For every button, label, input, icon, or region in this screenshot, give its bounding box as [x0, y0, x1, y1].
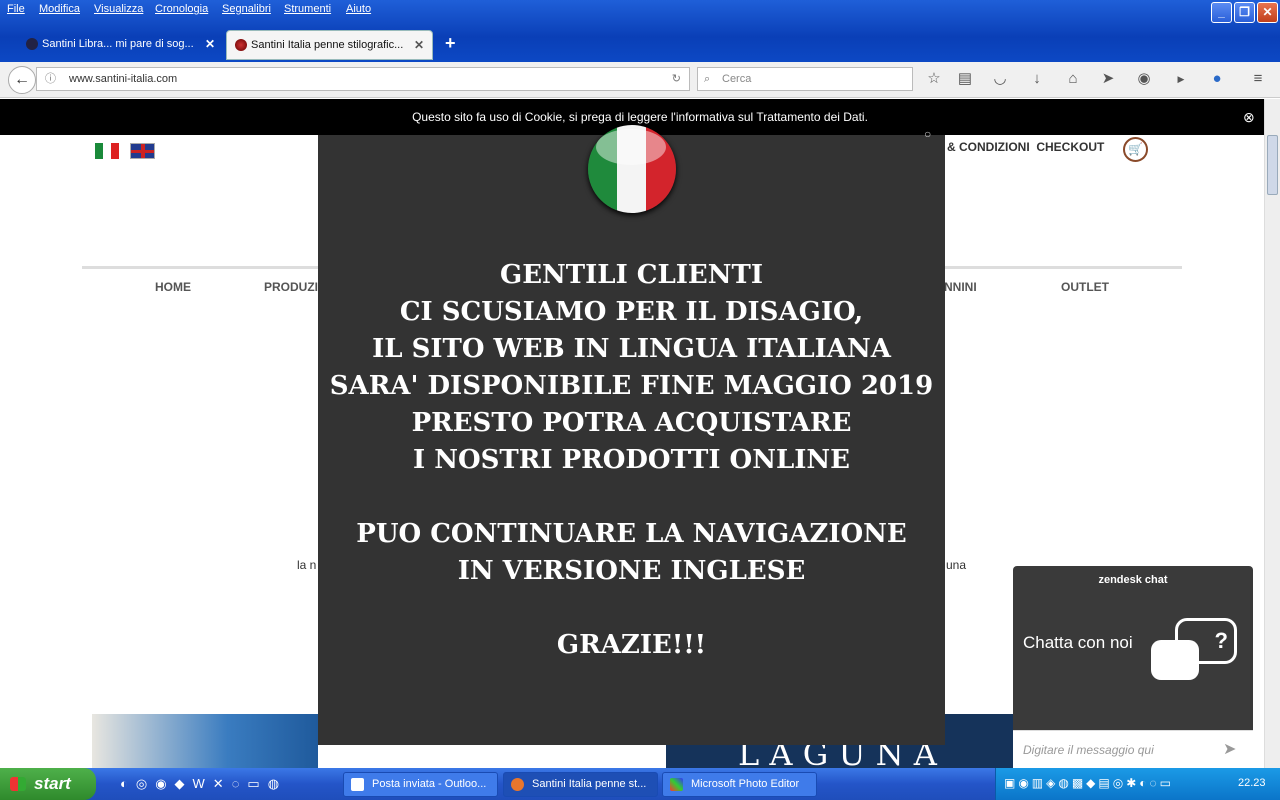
new-tab-button[interactable]: + — [445, 33, 456, 54]
nav-nnini[interactable]: NNINI — [944, 280, 977, 294]
modal-thanks: GRAZIE!!! — [556, 630, 707, 660]
quick-launch-icons[interactable]: ◐◎◉◆W✕◌▭◍ — [120, 776, 340, 794]
navigation-toolbar: ← ⓘ www.santini-italia.com ↻ ⌕ Cerca ☆ ▤… — [0, 62, 1280, 98]
system-tray: ▣◉▥◈◍▩◆▤◎✱◐◌▭ 22.23 — [995, 768, 1280, 800]
search-input[interactable]: ⌕ Cerca — [697, 67, 913, 91]
firefox-icon — [511, 778, 524, 791]
modal-line: I NOSTRI PRODOTTI ONLINE — [413, 445, 850, 475]
chat-input-placeholder: Digitare il messaggio qui — [1023, 743, 1154, 757]
start-label: start — [34, 774, 71, 793]
tab-label: Santini Italia penne stilografic... — [251, 39, 404, 51]
page-scrollbar[interactable] — [1264, 99, 1280, 768]
modal-line: PUO CONTINUARE LA NAVIGAZIONE — [356, 519, 907, 549]
task-outlook[interactable]: Posta inviata - Outloo... — [343, 772, 498, 797]
tab-santini-libra[interactable]: Santini Libra... mi pare di sog... ✕ — [18, 30, 223, 60]
flag-italy-icon[interactable] — [95, 143, 119, 159]
italy-flag-icon — [588, 125, 676, 213]
task-label: Santini Italia penne st... — [532, 778, 647, 790]
modal-line: PRESTO POTRA ACQUISTARE — [411, 408, 852, 438]
menu-segnalibri[interactable]: Segnalibri — [222, 3, 271, 15]
pen-banner-image[interactable] — [92, 714, 318, 768]
reload-icon[interactable]: ↻ — [672, 68, 681, 90]
task-firefox[interactable]: Santini Italia penne st... — [503, 772, 658, 797]
cart-icon[interactable]: 🛒 — [1123, 137, 1148, 162]
search-icon: ⌕ — [704, 73, 711, 85]
pocket-icon[interactable]: ◡ — [990, 69, 1010, 89]
close-window-button[interactable]: ✕ — [1257, 2, 1278, 23]
chat-cta[interactable]: Chatta con noi — [1023, 632, 1143, 654]
clock: 22.23 — [1238, 777, 1266, 789]
tab-label: Santini Libra... mi pare di sog... — [42, 38, 194, 50]
search-placeholder: Cerca — [722, 73, 752, 85]
body-text-left: la n — [297, 558, 317, 572]
menu-modifica[interactable]: Modifica — [39, 3, 80, 15]
windows-logo-icon — [10, 777, 26, 791]
modal-line: IL SITO WEB IN LINGUA ITALIANA — [372, 334, 891, 364]
info-icon[interactable]: ⓘ — [45, 68, 56, 90]
task-label: Microsoft Photo Editor — [691, 778, 800, 790]
browser-titlebar: File Modifica Visualizza Cronologia Segn… — [0, 0, 1280, 62]
body-text-right: una — [946, 558, 967, 572]
menu-cronologia[interactable]: Cronologia — [155, 3, 208, 15]
modal-line: GENTILI CLIENTI — [499, 260, 764, 290]
menu-visualizza[interactable]: Visualizza — [94, 3, 143, 15]
tab-santini-italia[interactable]: Santini Italia penne stilografic... ✕ — [226, 30, 433, 60]
cookie-notice-text: Questo sito fa uso di Cookie, si prega d… — [412, 110, 868, 124]
chat-widget[interactable]: zendesk chat Chatta con noi ? Digitare i… — [1013, 566, 1253, 768]
addon-blue-icon[interactable]: ● — [1207, 69, 1227, 89]
modal-message: GENTILI CLIENTI CI SCUSIAMO PER IL DISAG… — [318, 257, 945, 664]
bookmark-star-icon[interactable]: ☆ — [924, 69, 944, 89]
close-tab-icon[interactable]: ✕ — [414, 31, 424, 59]
header-links[interactable]: & CONDIZIONI CHECKOUT — [947, 140, 1104, 154]
chat-brand: zendesk chat — [1098, 574, 1168, 586]
reading-list-icon[interactable]: ▤ — [955, 69, 975, 89]
chat-message-input[interactable]: Digitare il messaggio qui ➤ — [1013, 730, 1253, 768]
url-bar[interactable]: ⓘ www.santini-italia.com ↻ — [36, 67, 690, 91]
scrollbar-thumb[interactable] — [1267, 135, 1278, 195]
menu-aiuto[interactable]: Aiuto — [346, 3, 371, 15]
start-button[interactable]: start — [0, 768, 96, 800]
chat-bubble-icon: ? — [1151, 618, 1237, 690]
tray-icons[interactable]: ▣◉▥◈◍▩◆▤◎✱◐◌▭ — [1004, 776, 1174, 790]
youtube-icon[interactable]: ▶ — [1171, 69, 1191, 89]
restore-button[interactable]: ❐ — [1234, 2, 1255, 23]
modal-line: IN VERSIONE INGLESE — [457, 556, 806, 586]
home-icon[interactable]: ⌂ — [1063, 69, 1083, 89]
flag-uk-icon[interactable] — [130, 143, 155, 159]
hamburger-menu-icon[interactable]: ≡ — [1248, 69, 1268, 89]
tab-favicon-icon — [235, 39, 247, 51]
task-photo-editor[interactable]: Microsoft Photo Editor — [662, 772, 817, 797]
outlook-icon — [351, 778, 364, 791]
url-text: www.santini-italia.com — [69, 73, 178, 85]
task-label: Posta inviata - Outloo... — [372, 778, 487, 790]
minimize-button[interactable]: _ — [1211, 2, 1232, 23]
modal-close-icon[interactable]: ○ — [924, 127, 931, 141]
language-notice-modal: ○ GENTILI CLIENTI CI SCUSIAMO PER IL DIS… — [318, 125, 945, 745]
nav-produzione[interactable]: PRODUZI — [264, 280, 318, 294]
back-button[interactable]: ← — [8, 66, 36, 94]
close-tab-icon[interactable]: ✕ — [205, 30, 215, 58]
modal-line: SARA' DISPONIBILE FINE MAGGIO 2019 — [329, 371, 934, 401]
menu-file[interactable]: File — [7, 3, 25, 15]
photo-editor-icon — [670, 778, 683, 791]
send-arrow-icon[interactable]: ➤ — [1223, 739, 1236, 759]
cookie-close-icon[interactable]: ⊗ — [1243, 99, 1255, 135]
menu-strumenti[interactable]: Strumenti — [284, 3, 331, 15]
tab-favicon-icon — [26, 38, 38, 50]
download-icon[interactable]: ↓ — [1027, 69, 1047, 89]
nav-outlet[interactable]: OUTLET — [1061, 280, 1109, 294]
nav-home[interactable]: HOME — [155, 280, 191, 294]
send-icon[interactable]: ➤ — [1098, 69, 1118, 89]
modal-line: CI SCUSIAMO PER IL DISAGIO, — [399, 297, 864, 327]
addon-icon[interactable]: ◉ — [1134, 69, 1154, 89]
